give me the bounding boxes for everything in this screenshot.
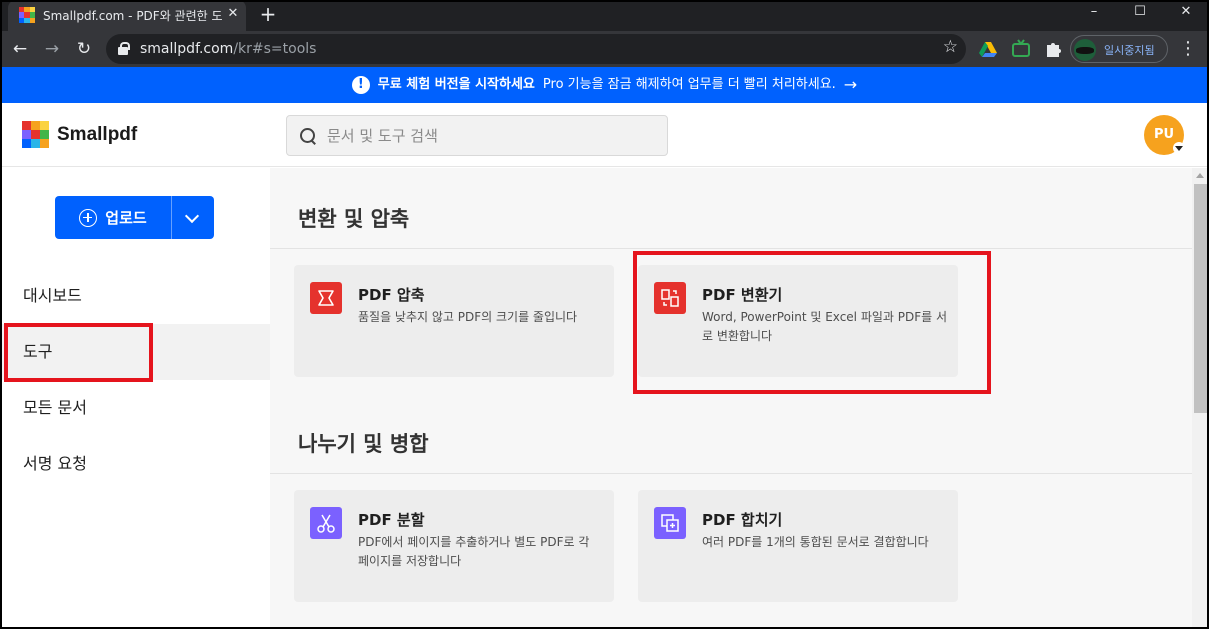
tools-panel: 변환 및 압축 PDF 압축 품질을 낮추지 않고 PDF의 크기를 줄입니다 …: [270, 168, 1192, 629]
section-divider: [270, 473, 1192, 474]
search-input[interactable]: [327, 116, 657, 155]
user-avatar[interactable]: PU: [1144, 115, 1185, 155]
scroll-up-arrow-icon[interactable]: [1196, 173, 1204, 178]
drive-icon[interactable]: [978, 39, 998, 59]
compress-icon: [310, 282, 342, 314]
profile-avatar-icon: [1074, 39, 1096, 61]
url-path: /kr#s=tools: [233, 41, 317, 57]
url-text[interactable]: smallpdf.com/kr#s=tools: [140, 41, 316, 57]
sidebar-item-signature-requests[interactable]: 서명 요청: [0, 436, 270, 492]
sidebar-item-label: 도구: [23, 342, 53, 361]
sidebar-item-label: 대시보드: [23, 286, 82, 305]
scissors-icon: [310, 507, 342, 539]
forward-button[interactable]: →: [39, 36, 65, 62]
smallpdf-logo-icon: [22, 121, 49, 148]
smallpdf-favicon-icon: [19, 7, 35, 23]
back-button[interactable]: ←: [7, 36, 33, 62]
profile-status-label: 일시중지됨: [1104, 44, 1155, 57]
puzzle-icon[interactable]: [1043, 39, 1063, 59]
browser-toolbar: ← → ↻ smallpdf.com/kr#s=tools ☆ 일시중지됨 ⋮: [0, 31, 1209, 67]
section-title-split-merge: 나누기 및 병합: [298, 432, 429, 456]
sidebar-item-all-documents[interactable]: 모든 문서: [0, 380, 270, 436]
lock-icon[interactable]: [118, 42, 130, 55]
banner-headline: 무료 체험 버전을 시작하세요: [377, 77, 535, 92]
upload-dropdown-chevron-icon[interactable]: [172, 196, 214, 239]
promo-banner[interactable]: ! 무료 체험 버전을 시작하세요 Pro 기능을 잠금 해제하여 업무를 더 …: [0, 67, 1209, 103]
upload-button-group: 업로드: [55, 196, 214, 239]
tool-card-compress[interactable]: PDF 압축 품질을 낮추지 않고 PDF의 크기를 줄입니다: [294, 265, 614, 377]
tool-card-description: 품질을 낮추지 않고 PDF의 크기를 줄입니다: [358, 310, 578, 324]
browser-menu-icon[interactable]: ⋮: [1178, 36, 1198, 62]
tool-card-converter[interactable]: PDF 변환기 Word, PowerPoint 및 Excel 파일과 PDF…: [638, 265, 958, 377]
tv-icon[interactable]: [1011, 39, 1031, 59]
tool-card-title: PDF 분할: [358, 511, 425, 529]
sidebar-item-tools[interactable]: 도구: [0, 324, 270, 380]
upload-label: 업로드: [105, 209, 147, 227]
search-icon: [299, 127, 317, 145]
scrollbar-thumb[interactable]: [1194, 184, 1207, 413]
reload-button[interactable]: ↻: [71, 36, 97, 62]
close-window-button[interactable]: ✕: [1163, 0, 1209, 31]
tool-card-description: Word, PowerPoint 및 Excel 파일과 PDF를 서로 변환합…: [702, 310, 948, 343]
logo-text: Smallpdf: [57, 123, 138, 145]
tool-card-title: PDF 합치기: [702, 511, 783, 529]
tool-card-title: PDF 변환기: [702, 286, 783, 304]
page-scrollbar[interactable]: [1192, 168, 1209, 629]
app-header: Smallpdf PU: [0, 103, 1209, 167]
convert-icon: [654, 282, 686, 314]
tool-card-merge[interactable]: PDF 합치기 여러 PDF를 1개의 통합된 문서로 결합합니다: [638, 490, 958, 602]
minimize-button[interactable]: –: [1071, 0, 1117, 31]
tab-title: Smallpdf.com - PDF와 관련한 도: [43, 9, 223, 23]
tool-card-title: PDF 압축: [358, 286, 425, 304]
arrow-right-icon: →: [843, 75, 858, 94]
maximize-button[interactable]: ☐: [1117, 0, 1163, 31]
profile-chip[interactable]: 일시중지됨: [1070, 35, 1168, 63]
bookmark-star-icon[interactable]: ☆: [943, 37, 958, 57]
sidebar-item-dashboard[interactable]: 대시보드: [0, 268, 270, 324]
banner-text: Pro 기능을 잠금 해제하여 업무를 더 빨리 처리하세요.: [542, 77, 836, 92]
search-box[interactable]: [286, 115, 668, 156]
tool-card-description: PDF에서 페이지를 추출하거나 별도 PDF로 각 페이지를 저장합니다: [358, 535, 590, 568]
info-alert-icon: !: [351, 76, 370, 94]
chevron-down-icon: [1173, 142, 1185, 154]
address-bar[interactable]: smallpdf.com/kr#s=tools ☆: [106, 34, 966, 64]
avatar-initials: PU: [1153, 127, 1175, 142]
sidebar: 업로드 대시보드 도구 모든 문서 서명 요청: [0, 168, 270, 629]
sidebar-item-label: 모든 문서: [23, 398, 87, 417]
merge-icon: [654, 507, 686, 539]
plus-circle-icon: [79, 208, 98, 227]
tool-card-description: 여러 PDF를 1개의 통합된 문서로 결합합니다: [702, 535, 929, 549]
browser-tab-bar: Smallpdf.com - PDF와 관련한 도 ✕ + – ☐ ✕: [0, 0, 1209, 31]
tool-card-split[interactable]: PDF 분할 PDF에서 페이지를 추출하거나 별도 PDF로 각 페이지를 저…: [294, 490, 614, 602]
smallpdf-logo[interactable]: Smallpdf: [22, 121, 137, 148]
section-divider: [270, 248, 1192, 249]
tab-close-icon[interactable]: ✕: [224, 5, 242, 23]
upload-button[interactable]: 업로드: [55, 196, 171, 239]
new-tab-button[interactable]: +: [256, 2, 280, 26]
browser-tab[interactable]: Smallpdf.com - PDF와 관련한 도 ✕: [8, 0, 246, 31]
url-host: smallpdf.com: [140, 41, 234, 57]
sidebar-item-label: 서명 요청: [23, 454, 87, 473]
section-title-convert-compress: 변환 및 압축: [298, 207, 410, 231]
